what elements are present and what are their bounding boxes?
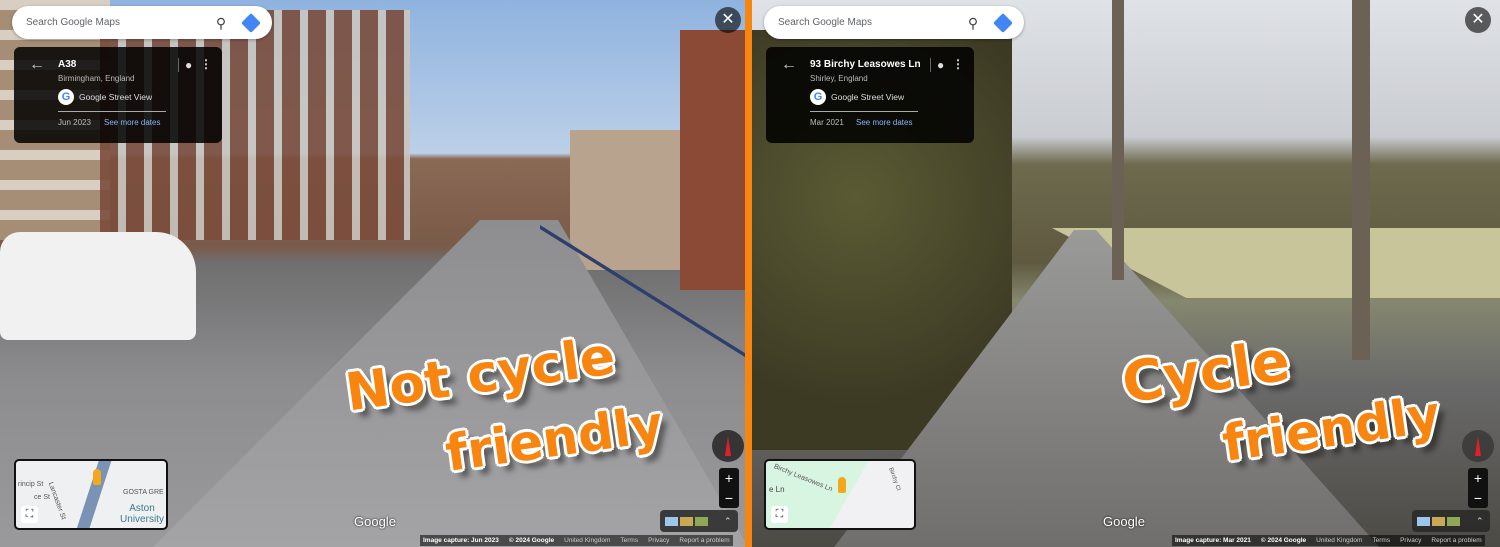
minimap[interactable]: Birchy Leasowes Ln Birchy Cl e Ln ⛶ (764, 459, 916, 530)
minus-icon[interactable]: − (719, 488, 739, 508)
google-logo-icon: G (810, 89, 826, 105)
layer-thumb[interactable] (680, 516, 693, 526)
source-label: Google Street View (831, 92, 905, 102)
close-icon[interactable]: ✕ (715, 7, 741, 33)
divider (810, 111, 918, 112)
chevron-double-up-icon[interactable]: ⌃ (724, 516, 732, 527)
footer: Image capture: Mar 2021 © 2024 Google Un… (1172, 535, 1485, 546)
map-label: GOSTA GRE (123, 489, 164, 496)
tree-trunk (1112, 0, 1124, 280)
source-label: Google Street View (79, 92, 153, 102)
map-label: Birchy Cl (887, 466, 902, 492)
close-icon[interactable]: ✕ (1465, 7, 1491, 33)
layer-thumb[interactable] (1417, 516, 1430, 526)
chevron-double-up-icon[interactable]: ⌃ (1476, 516, 1484, 527)
capture-date: Jun 2023 (58, 118, 91, 127)
plus-icon[interactable]: + (1468, 468, 1488, 488)
google-watermark: Google (354, 514, 396, 529)
map-label: rincip St (18, 481, 44, 488)
van (0, 232, 196, 340)
search-box[interactable]: Search Google Maps ⚲ (12, 6, 272, 39)
location-card: ← 93 Birchy Leasowes Ln Shirley, England… (766, 47, 974, 143)
arrow-left-icon[interactable]: ← (781, 56, 797, 74)
arrow-left-icon[interactable]: ← (29, 56, 45, 74)
more-vert-icon[interactable]: ⋮ (200, 57, 212, 71)
more-vert-icon[interactable]: ⋮ (952, 57, 964, 71)
report-problem-link[interactable]: Report a problem (679, 535, 729, 546)
privacy-link[interactable]: Privacy (1400, 535, 1421, 546)
minimap[interactable]: Lancaster St GOSTA GRE Aston University … (14, 459, 168, 530)
terms-link[interactable]: Terms (1372, 535, 1390, 546)
location-pin-icon[interactable]: ● (930, 58, 944, 72)
privacy-link[interactable]: Privacy (648, 535, 669, 546)
image-capture: Image capture: Jun 2023 (423, 537, 499, 544)
zoom-control: + − (1468, 468, 1488, 508)
location-title: 93 Birchy Leasowes Ln (810, 59, 921, 70)
location-pin-icon[interactable]: ● (178, 58, 192, 72)
layer-thumb[interactable] (1432, 516, 1445, 526)
map-road (70, 461, 114, 528)
compass-icon[interactable] (712, 430, 744, 462)
region: United Kingdom (1316, 537, 1363, 544)
pegman-icon[interactable] (93, 469, 101, 485)
map-label: ce St (34, 494, 50, 501)
copyright: © 2024 Google (508, 537, 555, 544)
divider (58, 111, 166, 112)
tree-trunk (1352, 0, 1370, 360)
directions-icon[interactable] (241, 12, 261, 33)
directions-icon[interactable] (993, 12, 1013, 33)
report-problem-link[interactable]: Report a problem (1431, 535, 1481, 546)
search-box[interactable]: Search Google Maps ⚲ (764, 6, 1024, 39)
pegman-icon[interactable] (838, 477, 846, 493)
layer-thumb[interactable] (1447, 516, 1460, 526)
building (680, 30, 745, 290)
image-capture: Image capture: Mar 2021 (1175, 537, 1251, 544)
fullscreen-icon[interactable]: ⛶ (21, 506, 38, 523)
source: G Google Street View (58, 89, 152, 105)
copyright: © 2024 Google (1260, 537, 1307, 544)
search-icon[interactable]: ⚲ (966, 16, 980, 30)
location-card: ← A38 Birmingham, England G Google Street… (14, 47, 222, 143)
search-input[interactable]: Search Google Maps (26, 17, 200, 28)
fullscreen-icon[interactable]: ⛶ (771, 506, 788, 523)
street-view-panel-left[interactable]: Search Google Maps ⚲ ← A38 Birmingham, E… (0, 0, 745, 547)
location-subtitle: Shirley, England (810, 74, 868, 83)
google-watermark: Google (1103, 514, 1145, 529)
see-more-dates-link[interactable]: See more dates (104, 118, 160, 127)
region: United Kingdom (564, 537, 611, 544)
location-subtitle: Birmingham, England (58, 74, 135, 83)
minus-icon[interactable]: − (1468, 488, 1488, 508)
compass-icon[interactable] (1462, 430, 1494, 462)
zoom-control: + − (719, 468, 739, 508)
layer-thumb[interactable] (665, 516, 678, 526)
street-view-panel-right[interactable]: Search Google Maps ⚲ ← 93 Birchy Leasowe… (752, 0, 1500, 547)
terms-link[interactable]: Terms (620, 535, 638, 546)
map-label: Aston University (120, 503, 164, 525)
plus-icon[interactable]: + (719, 468, 739, 488)
source: G Google Street View (810, 89, 904, 105)
capture-date: Mar 2021 (810, 118, 844, 127)
layers-control[interactable]: ⌃ (1412, 510, 1490, 532)
layers-control[interactable]: ⌃ (660, 510, 738, 532)
search-icon[interactable]: ⚲ (214, 16, 228, 30)
location-title: A38 (58, 59, 77, 70)
see-more-dates-link[interactable]: See more dates (856, 118, 912, 127)
layer-thumb[interactable] (695, 516, 708, 526)
footer: Image capture: Jun 2023 © 2024 Google Un… (420, 535, 733, 546)
google-logo-icon: G (58, 89, 74, 105)
search-input[interactable]: Search Google Maps (778, 17, 952, 28)
map-label: e Ln (769, 485, 785, 494)
